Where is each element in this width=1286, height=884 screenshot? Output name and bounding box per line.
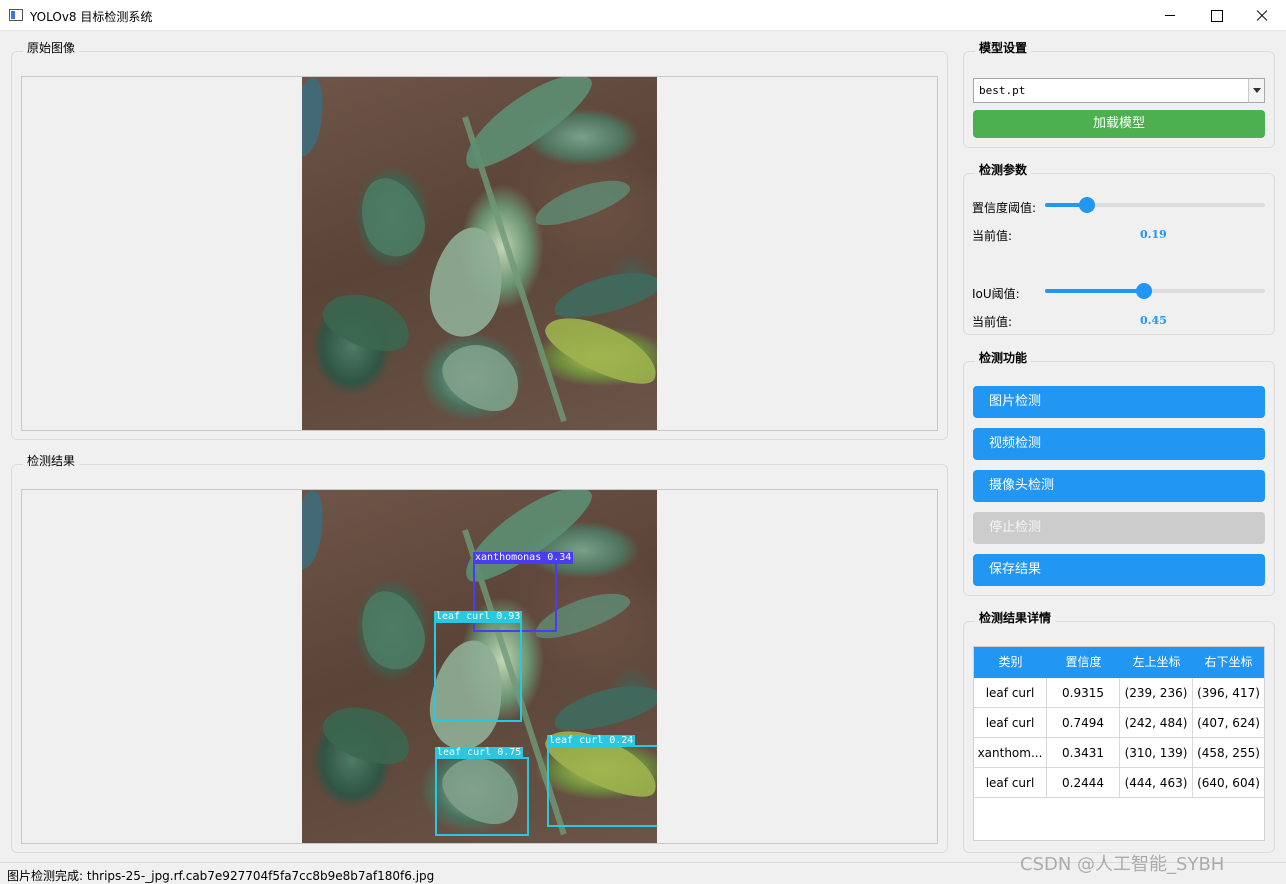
cell-confidence: 0.2444 xyxy=(1047,768,1120,798)
conf-threshold-slider[interactable] xyxy=(1045,197,1265,213)
maximize-icon[interactable] xyxy=(1193,0,1239,31)
stop-detect-button[interactable]: 停止检测 xyxy=(973,512,1265,544)
status-text: 图片检测完成: thrips-25-_jpg.rf.cab7e927704f5f… xyxy=(7,869,435,883)
conf-current-value: 0.19 xyxy=(1140,228,1167,241)
cell-top-left: (239, 236) xyxy=(1120,678,1193,708)
cell-class: leaf curl xyxy=(974,768,1047,798)
iou-slider-fill xyxy=(1045,289,1144,293)
header-bottom-right[interactable]: 右下坐标 xyxy=(1193,647,1264,678)
cell-confidence: 0.7494 xyxy=(1047,708,1120,738)
video-detect-button[interactable]: 视频检测 xyxy=(973,428,1265,460)
model-select[interactable]: best.pt xyxy=(973,78,1265,103)
cell-top-left: (444, 463) xyxy=(1120,768,1193,798)
iou-current-value: 0.45 xyxy=(1140,314,1167,327)
detection-box: leaf curl 0.93 xyxy=(434,611,523,722)
image-detect-button[interactable]: 图片检测 xyxy=(973,386,1265,418)
detection-params-group xyxy=(963,173,1275,335)
detection-details-title: 检测结果详情 xyxy=(975,609,1056,626)
table-header: 类别 置信度 左上坐标 右下坐标 xyxy=(974,647,1264,678)
detection-box-label: leaf curl 0.93 xyxy=(434,611,523,623)
cell-class: xanthom... xyxy=(974,738,1047,768)
cell-top-left: (242, 484) xyxy=(1120,708,1193,738)
load-model-button[interactable]: 加载模型 xyxy=(973,110,1265,138)
close-icon[interactable] xyxy=(1239,0,1285,31)
cell-bottom-right: (407, 624) xyxy=(1197,716,1260,730)
detection-box: leaf curl 0.24 xyxy=(547,735,657,827)
original-image xyxy=(302,77,657,430)
cell-confidence: 0.9315 xyxy=(1047,678,1120,708)
app-icon xyxy=(9,9,23,21)
iou-current-label: 当前值: xyxy=(972,315,1013,329)
cell-top-left: (310, 139) xyxy=(1120,738,1193,768)
header-confidence[interactable]: 置信度 xyxy=(1047,647,1120,678)
conf-threshold-label: 置信度阈值: xyxy=(972,201,1037,215)
detection-box-label: xanthomonas 0.34 xyxy=(473,552,574,564)
details-table: 类别 置信度 左上坐标 右下坐标 leaf curl 0.9315 (239, … xyxy=(973,646,1265,841)
window-titlebar: YOLOv8 目标检测系统 xyxy=(0,0,1286,31)
cell-bottom-right: (458, 255) xyxy=(1197,746,1260,760)
table-row[interactable]: leaf curl 0.2444 (444, 463) (640, 604) xyxy=(974,768,1264,798)
model-settings-title: 模型设置 xyxy=(975,39,1032,56)
detection-box-label: leaf curl 0.75 xyxy=(435,747,524,759)
table-row[interactable]: xanthom... 0.3431 (310, 139) (458, 255) xyxy=(974,738,1264,768)
cell-class: leaf curl xyxy=(974,678,1047,708)
detection-functions-title: 检测功能 xyxy=(975,349,1032,366)
detection-box: leaf curl 0.75 xyxy=(435,747,529,836)
iou-slider-handle[interactable] xyxy=(1136,283,1152,299)
original-image-title: 原始图像 xyxy=(23,39,80,56)
watermark: CSDN @人工智能_SYBH xyxy=(1020,854,1225,875)
chevron-down-icon[interactable] xyxy=(1248,79,1264,102)
cell-class: leaf curl xyxy=(974,708,1047,738)
model-select-value: best.pt xyxy=(979,84,1026,97)
detection-box-label: leaf curl 0.24 xyxy=(547,735,636,747)
conf-slider-handle[interactable] xyxy=(1078,197,1095,213)
original-image-frame xyxy=(21,76,938,431)
cell-confidence: 0.3431 xyxy=(1047,738,1120,768)
header-top-left[interactable]: 左上坐标 xyxy=(1120,647,1193,678)
header-class[interactable]: 类别 xyxy=(974,647,1047,678)
result-image-title: 检测结果 xyxy=(23,452,80,469)
detection-params-title: 检测参数 xyxy=(975,161,1032,178)
iou-threshold-label: IoU阈值: xyxy=(972,287,1020,301)
minimize-icon[interactable] xyxy=(1147,0,1193,31)
result-image-frame: xanthomonas 0.34 leaf curl 0.93 leaf cur… xyxy=(21,489,938,844)
table-row[interactable]: leaf curl 0.7494 (242, 484) (407, 624) xyxy=(974,708,1264,738)
save-result-button[interactable]: 保存结果 xyxy=(973,554,1265,586)
cell-bottom-right: (396, 417) xyxy=(1197,686,1260,700)
result-image: xanthomonas 0.34 leaf curl 0.93 leaf cur… xyxy=(302,490,657,843)
window-title: YOLOv8 目标检测系统 xyxy=(30,10,153,24)
cell-bottom-right: (640, 604) xyxy=(1197,776,1260,790)
conf-current-label: 当前值: xyxy=(972,229,1013,243)
camera-detect-button[interactable]: 摄像头检测 xyxy=(973,470,1265,502)
table-row[interactable]: leaf curl 0.9315 (239, 236) (396, 417) xyxy=(974,678,1264,708)
iou-threshold-slider[interactable] xyxy=(1045,283,1265,299)
